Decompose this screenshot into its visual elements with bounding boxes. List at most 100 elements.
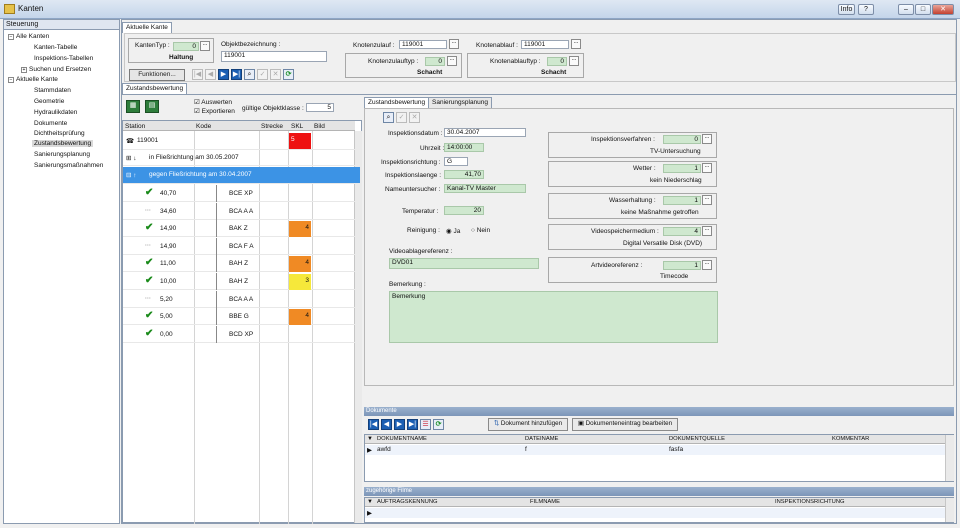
damage-row[interactable]: ✔ 11,00 BAH Z 4 [123,255,355,273]
col-dokumentquelle[interactable]: DOKUMENTQUELLE [669,436,725,442]
col-auftragskennung[interactable]: AUFTRAGSKENNUNG [377,499,438,505]
damage-row[interactable]: ✔ 10,00 BAH Z 3 [123,273,355,290]
tree-item-dichtheitspruefung[interactable]: Dichtheitsprüfung [34,130,85,137]
tab-sanierungsplanung[interactable]: Sanierungsplanung [428,97,493,108]
untersucher-input[interactable]: Kanal-TV Master [444,184,526,193]
col-station[interactable]: Station [125,123,145,130]
wetter-input[interactable]: 1 [663,164,701,173]
dokumente-scrollbar[interactable] [945,435,954,481]
collapse-icon[interactable]: ⊟ ↑ [126,171,137,179]
tree-item-zustandsbewertung[interactable]: Zustandsbewertung [32,140,94,147]
col-dokumentname[interactable]: DOKUMENTNAME [377,436,427,442]
artvideo-input[interactable]: 1 [663,261,701,270]
tree-item-hydraulikdaten[interactable]: Hydraulikdaten [34,109,77,116]
knotenablauf-input[interactable]: 119001 [521,40,569,49]
refresh-doc-icon[interactable]: ⟳ [433,419,444,430]
table-icon[interactable]: ▤ [145,100,159,113]
damage-row[interactable]: ✔ 14,90 BAK Z 4 [123,220,355,238]
knotenzulauf-picker-button[interactable]: ... [449,39,459,49]
damage-row[interactable]: ✔ 0,00 BCD XP [123,325,355,343]
prev-doc-icon[interactable]: ◀ [381,419,392,430]
close-button[interactable]: ✕ [932,4,954,15]
bemerkung-textarea[interactable]: Bemerkung [389,291,718,343]
knotenablauf-picker-button[interactable]: ... [571,39,581,49]
report-icon[interactable]: ▦ [126,100,140,113]
wasser-picker-button[interactable]: ... [702,195,712,205]
maximize-button[interactable]: □ [915,4,931,15]
add-document-button[interactable]: ⇅ Dokument hinzufügen [488,418,568,431]
sort-icon[interactable]: ▼ [367,436,373,442]
last-icon[interactable]: ▶| [231,69,242,80]
tree-item-stammdaten[interactable]: Stammdaten [34,87,71,94]
damage-row[interactable]: ✔ 5,00 BBE G 4 [123,308,355,326]
expand-icon[interactable]: ⊞ ↓ [126,154,137,162]
damage-row[interactable]: ··· 5,20 BCA A A [123,290,355,308]
col-filmname[interactable]: FILMNAME [530,499,560,505]
medium-input[interactable]: 4 [663,227,701,236]
knotenzulauftyp-picker-button[interactable]: ... [447,56,457,66]
richtung-input[interactable]: G [444,157,468,166]
info-button[interactable]: Info [838,4,855,15]
first-doc-icon[interactable]: |◀ [368,419,379,430]
exportieren-checkbox[interactable]: ☑ Exportieren [194,107,235,115]
col-strecke[interactable]: Strecke [261,123,283,130]
col-kode[interactable]: Kode [196,123,211,130]
col-bild[interactable]: Bild [314,123,325,130]
kantentyp-input[interactable]: 0 [173,42,199,51]
inspection-row-2[interactable]: ⊟ ↑ gegen Fließrichtung am 30.04.2007 [123,167,360,184]
col-dateiname[interactable]: DATEINAME [525,436,558,442]
next-icon[interactable]: ▶ [218,69,229,80]
help-button[interactable]: ? [858,4,874,15]
expand-icon[interactable]: + [21,67,27,73]
tree-item-kanten-tabelle[interactable]: Kanten-Tabelle [34,44,77,51]
report-icon[interactable]: ⌕ [383,112,394,123]
tree-item-alle-kanten[interactable]: − Alle Kanten [8,33,49,40]
ja-radio[interactable]: ◉ Ja [446,227,460,235]
last-doc-icon[interactable]: ▶| [407,419,418,430]
edit-document-button[interactable]: ▣ Dokumenteneintrag bearbeiten [572,418,678,431]
tree-item-dokumente[interactable]: Dokumente [34,120,67,127]
nein-radio[interactable]: ○ Nein [471,227,490,234]
minimize-button[interactable]: – [898,4,914,15]
next-doc-icon[interactable]: ▶ [394,419,405,430]
search-record-icon[interactable]: ⌕ [244,69,255,80]
col-kommentar[interactable]: KOMMENTAR [832,436,869,442]
tree-item-inspektions-tabellen[interactable]: Inspektions-Tabellen [34,55,93,62]
damage-row[interactable]: ··· 34,60 BCA A A [123,202,355,220]
tree-item-sanierungsplanung[interactable]: Sanierungsplanung [34,151,90,158]
root-row[interactable]: ☎ 119001 5 [123,132,355,150]
damage-row[interactable]: ··· 14,90 BCA F A [123,237,355,255]
video-input[interactable]: DVD01 [389,258,539,269]
knotenzulauf-input[interactable]: 119001 [399,40,447,49]
col-inspektionsrichtung[interactable]: INSPEKTIONSRICHTUNG [775,499,845,505]
kantentyp-picker-button[interactable]: ... [200,41,210,51]
knotenablauftyp-picker-button[interactable]: ... [569,56,579,66]
wetter-picker-button[interactable]: ... [702,163,712,173]
knotenablauftyp-input[interactable]: 0 [547,57,567,66]
damage-row[interactable]: ✔ 40,70 BCE XP [123,185,355,202]
tree-item-sanierungsmassnahmen[interactable]: Sanierungsmaßnahmen [34,162,103,169]
objektklasse-input[interactable]: 5 [306,103,334,112]
delete-doc-icon[interactable]: ☰ [420,419,431,430]
collapse-icon[interactable]: − [8,34,14,40]
confirm-icon[interactable]: ✓ [396,112,407,123]
cancel-icon[interactable]: ✕ [270,69,281,80]
verfahren-input[interactable]: 0 [663,135,701,144]
col-skl[interactable]: SKL [291,123,303,130]
filme-scrollbar[interactable] [945,498,954,522]
film-new-row[interactable]: ▶ [365,508,945,518]
temperatur-input[interactable]: 20 [444,206,484,215]
laenge-input[interactable]: 41,70 [444,170,484,179]
sort-icon[interactable]: ▼ [367,499,373,505]
collapse-icon[interactable]: − [8,77,14,83]
refresh-icon[interactable]: ⟳ [283,69,294,80]
objekt-input[interactable]: 119001 [221,51,327,62]
inspection-row-1[interactable]: ⊞ ↓ in Fließrichtung am 30.05.2007 [123,150,355,166]
artvideo-picker-button[interactable]: ... [702,260,712,270]
wasser-input[interactable]: 1 [663,196,701,205]
tree-item-geometrie[interactable]: Geometrie [34,98,64,105]
inspektionsdatum-input[interactable]: 30.04.2007 [444,128,526,137]
first-icon[interactable]: |◀ [192,69,203,80]
funktionen-button[interactable]: Funktionen... [129,69,185,81]
uhrzeit-input[interactable]: 14:00:00 [444,143,484,152]
